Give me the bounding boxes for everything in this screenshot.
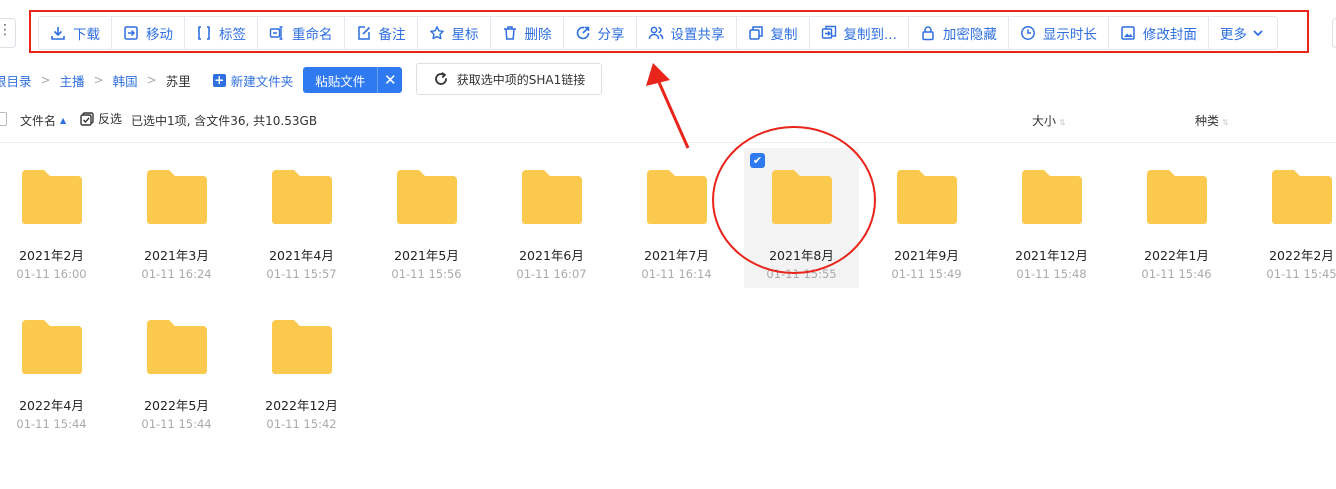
folder-time: 01-11 15:56 [391,267,462,281]
folder-name: 2021年9月 [894,248,959,263]
folder-icon [1147,170,1207,224]
file-grid: 2021年2月 01-11 16:00 2021年3月 01-11 16:24 20… [0,0,1336,489]
folder-item[interactable]: 2021年5月 01-11 15:56 [389,148,504,288]
folder-item[interactable]: 2021年7月 01-11 16:14 [639,148,754,288]
folder-time: 01-11 15:57 [266,267,337,281]
folder-item[interactable]: 2021年9月 01-11 15:49 [889,148,1004,288]
folder-name: 2021年2月 [19,248,84,263]
folder-time: 01-11 16:07 [516,267,587,281]
folder-name: 2021年7月 [644,248,709,263]
folder-item[interactable]: 2021年12月 01-11 15:48 [1014,148,1129,288]
folder-icon [272,320,332,374]
folder-icon [1022,170,1082,224]
folder-name: 2022年2月 [1269,248,1334,263]
folder-item[interactable]: 2022年12月 01-11 15:42 [264,298,379,438]
folder-item[interactable]: 2022年2月 01-11 15:45 [1264,148,1336,288]
folder-time: 01-11 15:46 [1141,267,1212,281]
folder-item[interactable]: 2021年8月 01-11 15:55 ✔ [744,148,859,288]
folder-item[interactable]: 2021年4月 01-11 15:57 [264,148,379,288]
folder-item[interactable]: 2022年4月 01-11 15:44 [14,298,129,438]
folder-time: 01-11 15:44 [16,417,87,431]
folder-icon [397,170,457,224]
folder-name: 2021年3月 [144,248,209,263]
folder-time: 01-11 15:49 [891,267,962,281]
folder-item[interactable]: 2022年5月 01-11 15:44 [139,298,254,438]
folder-icon [897,170,957,224]
folder-time: 01-11 15:42 [266,417,337,431]
folder-icon [22,170,82,224]
folder-name: 2022年4月 [19,398,84,413]
folder-name: 2022年12月 [265,398,338,413]
checkbox-checked-icon[interactable]: ✔ [750,153,765,168]
folder-icon [772,170,832,224]
folder-icon [147,320,207,374]
folder-time: 01-11 16:14 [641,267,712,281]
folder-item[interactable]: 2022年1月 01-11 15:46 [1139,148,1254,288]
folder-icon [647,170,707,224]
folder-name: 2021年6月 [519,248,584,263]
folder-name: 2022年1月 [1144,248,1209,263]
folder-name: 2021年5月 [394,248,459,263]
folder-time: 01-11 15:55 [766,267,837,281]
folder-item[interactable]: 2021年3月 01-11 16:24 [139,148,254,288]
folder-item[interactable]: 2021年6月 01-11 16:07 [514,148,629,288]
folder-icon [272,170,332,224]
folder-name: 2021年8月 [769,248,834,263]
folder-time: 01-11 16:24 [141,267,212,281]
folder-icon [22,320,82,374]
folder-name: 2022年5月 [144,398,209,413]
folder-icon [522,170,582,224]
folder-time: 01-11 16:00 [16,267,87,281]
folder-time: 01-11 15:44 [141,417,212,431]
folder-icon [147,170,207,224]
folder-time: 01-11 15:45 [1266,267,1336,281]
folder-item[interactable]: 2021年2月 01-11 16:00 [14,148,129,288]
folder-name: 2021年12月 [1015,248,1088,263]
folder-time: 01-11 15:48 [1016,267,1087,281]
folder-name: 2021年4月 [269,248,334,263]
folder-icon [1272,170,1332,224]
